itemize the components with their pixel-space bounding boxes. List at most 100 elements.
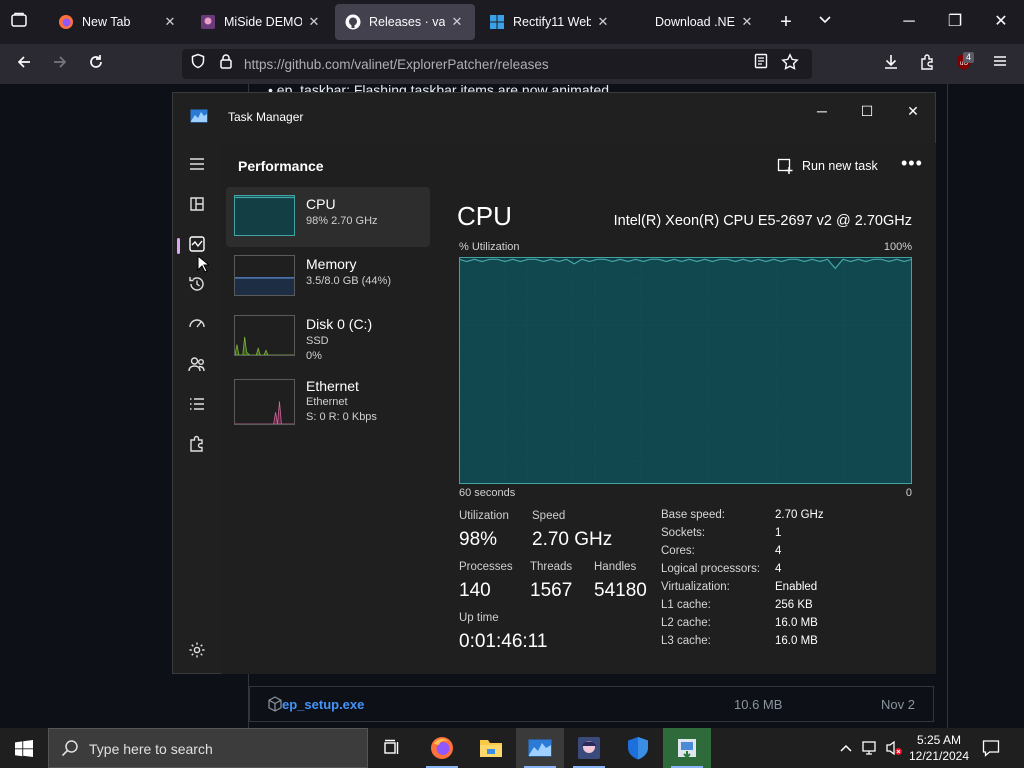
resource-detail-2: S: 0 R: 0 Kbps bbox=[306, 411, 377, 423]
resource-list: CPU 98% 2.70 GHz Memory 3.5/8.0 GB (44%)… bbox=[221, 187, 433, 674]
task-manager-app-icon bbox=[190, 109, 208, 123]
notification-center-icon[interactable] bbox=[982, 739, 1000, 757]
tm-minimize-icon[interactable]: ─ bbox=[802, 99, 842, 123]
tab-overview-icon[interactable] bbox=[8, 11, 30, 33]
lock-icon[interactable] bbox=[215, 53, 237, 75]
bookmark-star-icon[interactable] bbox=[779, 53, 801, 75]
resource-memory[interactable]: Memory 3.5/8.0 GB (44%) bbox=[226, 247, 430, 307]
settings-gear-icon[interactable] bbox=[187, 640, 207, 660]
tab-label: Rectify11 Websi bbox=[513, 15, 591, 29]
reload-icon[interactable] bbox=[85, 53, 107, 75]
run-task-icon bbox=[777, 158, 793, 174]
resource-detail: Ethernet bbox=[306, 396, 348, 408]
taskbar-task-manager[interactable] bbox=[516, 728, 564, 768]
volume-muted-icon[interactable] bbox=[885, 740, 903, 756]
hamburger-menu-icon[interactable] bbox=[989, 53, 1011, 75]
minimize-icon[interactable]: ─ bbox=[898, 11, 920, 33]
disk-thumbnail bbox=[234, 315, 295, 356]
tab-close-icon[interactable]: ✕ bbox=[162, 14, 178, 30]
spec-key: Virtualization: bbox=[661, 581, 730, 593]
tab-label: MiSide DEMO b bbox=[224, 15, 302, 29]
spec-key: Cores: bbox=[661, 545, 695, 557]
restore-icon[interactable]: ❐ bbox=[944, 11, 966, 33]
resource-name: Memory bbox=[306, 256, 357, 272]
more-options-button[interactable]: ••• bbox=[901, 153, 923, 174]
taskbar-miside[interactable] bbox=[565, 728, 613, 768]
run-new-task-button[interactable]: Run new task bbox=[777, 153, 878, 179]
downloads-icon[interactable] bbox=[880, 53, 902, 75]
services-puzzle-icon[interactable] bbox=[187, 434, 207, 454]
tm-maximize-icon[interactable]: ☐ bbox=[847, 99, 887, 123]
cpu-utilization-graph bbox=[459, 257, 912, 484]
start-windows-icon[interactable] bbox=[15, 740, 33, 757]
windows-taskbar: Type here to search 5:25 AM 12/21/2024 bbox=[0, 728, 1024, 768]
taskbar-defender[interactable] bbox=[614, 728, 662, 768]
processes-icon[interactable] bbox=[187, 194, 207, 214]
new-tab-plus-icon[interactable]: + bbox=[775, 11, 797, 33]
tab-close-icon[interactable]: ✕ bbox=[306, 14, 322, 30]
details-list-icon[interactable] bbox=[187, 394, 207, 414]
windows-logo-icon bbox=[490, 15, 504, 29]
tm-close-icon[interactable]: ✕ bbox=[893, 99, 933, 123]
hamburger-icon[interactable] bbox=[187, 154, 207, 174]
tab-list-chevron-down-icon[interactable] bbox=[814, 11, 836, 33]
uptime-label: Up time bbox=[459, 612, 499, 624]
spec-key: L2 cache: bbox=[661, 617, 711, 629]
url-host: https://github.com bbox=[244, 57, 351, 72]
speed-label: Speed bbox=[532, 510, 566, 522]
users-icon[interactable] bbox=[187, 354, 207, 374]
cpu-thumbnail bbox=[234, 195, 295, 236]
show-hidden-icons-chevron-icon[interactable] bbox=[839, 742, 853, 754]
browser-tab-rectify11[interactable]: Rectify11 Websi ✕ bbox=[479, 4, 621, 40]
performance-icon[interactable] bbox=[187, 234, 207, 254]
taskbar-search-box[interactable]: Type here to search bbox=[48, 728, 368, 768]
tm-main: Performance Run new task ••• CPU 98% 2.7… bbox=[221, 143, 936, 674]
resource-detail-2: 0% bbox=[306, 350, 322, 362]
threads-label: Threads bbox=[530, 561, 573, 573]
tab-close-icon[interactable]: ✕ bbox=[595, 14, 611, 30]
task-view-button[interactable] bbox=[368, 728, 416, 768]
ethernet-thumbnail bbox=[234, 379, 295, 425]
task-manager-window: Task Manager ─ ☐ ✕ Performance Run new t… bbox=[172, 92, 936, 674]
resource-disk[interactable]: Disk 0 (C:) SSD 0% bbox=[226, 307, 430, 367]
spec-key: L3 cache: bbox=[661, 635, 711, 647]
uptime-value: 0:01:46:11 bbox=[459, 631, 548, 652]
run-new-task-label: Run new task bbox=[802, 159, 878, 173]
miside-icon bbox=[201, 15, 215, 29]
browser-tab-new-tab[interactable]: New Tab ✕ bbox=[48, 4, 188, 40]
network-icon[interactable] bbox=[862, 740, 880, 756]
clock-time: 5:25 AM bbox=[916, 733, 962, 747]
browser-tab-releases[interactable]: Releases · valine ✕ bbox=[335, 4, 475, 40]
forward-arrow-icon[interactable] bbox=[49, 53, 71, 75]
spec-key: Sockets: bbox=[661, 527, 706, 539]
y-axis-label: % Utilization bbox=[459, 241, 520, 253]
shield-icon[interactable] bbox=[187, 53, 209, 75]
taskbar-installer[interactable] bbox=[663, 728, 711, 768]
asset-name-link[interactable]: ep_setup.exe bbox=[282, 697, 364, 712]
close-icon[interactable]: ✕ bbox=[990, 11, 1012, 33]
app-history-icon[interactable] bbox=[187, 274, 207, 294]
taskbar-clock[interactable]: 5:25 AM 12/21/2024 bbox=[906, 732, 972, 764]
task-view-icon bbox=[384, 739, 399, 754]
tab-close-icon[interactable]: ✕ bbox=[449, 14, 465, 30]
resource-ethernet[interactable]: Ethernet Ethernet S: 0 R: 0 Kbps bbox=[226, 373, 430, 433]
browser-tab-bar: New Tab ✕ MiSide DEMO b ✕ Releases · val… bbox=[0, 0, 1024, 44]
speed-value: 2.70 GHz bbox=[532, 529, 613, 550]
spec-value: 4 bbox=[775, 545, 782, 557]
tm-sidebar bbox=[173, 143, 221, 673]
url-text[interactable]: https://github.com/valinet/ExplorerPatch… bbox=[244, 57, 549, 72]
taskbar-file-explorer[interactable] bbox=[467, 728, 515, 768]
x-axis-left: 60 seconds bbox=[459, 487, 516, 499]
tab-close-icon[interactable]: ✕ bbox=[739, 14, 755, 30]
reader-view-icon[interactable] bbox=[750, 53, 772, 75]
startup-apps-icon[interactable] bbox=[187, 314, 207, 334]
extensions-puzzle-icon[interactable] bbox=[917, 53, 939, 75]
back-arrow-icon[interactable] bbox=[13, 53, 35, 75]
browser-tab-download-net[interactable]: Download .NET ✕ bbox=[645, 4, 765, 40]
taskbar-firefox[interactable] bbox=[418, 728, 466, 768]
browser-tab-miside[interactable]: MiSide DEMO b ✕ bbox=[190, 4, 332, 40]
asset-row[interactable]: ep_setup.exe 10.6 MB Nov 2 bbox=[249, 686, 934, 722]
resource-cpu[interactable]: CPU 98% 2.70 GHz bbox=[226, 187, 430, 247]
asset-size: 10.6 MB bbox=[734, 697, 783, 712]
spec-value: 2.70 GHz bbox=[775, 509, 824, 521]
